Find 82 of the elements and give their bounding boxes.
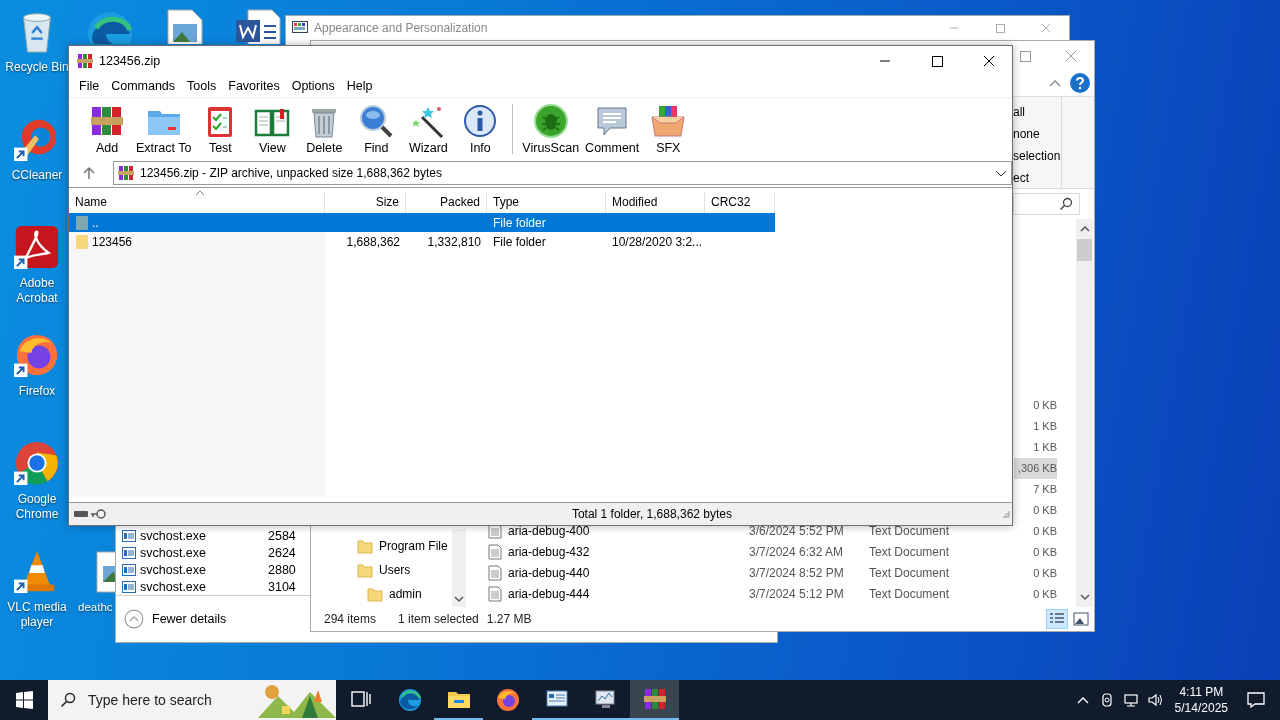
toolbar-button[interactable]: View (246, 100, 299, 157)
menu-item[interactable]: Options (285, 79, 341, 94)
process-id: 2584 (268, 528, 296, 543)
file-date: 3/6/2024 5:52 PM (749, 524, 844, 539)
file-size[interactable]: 0 KB (1014, 520, 1057, 542)
selection-size: 1.27 MB (486, 612, 532, 627)
window-title: 123456.zip (99, 54, 161, 68)
file-size[interactable]: 0 KB (1014, 499, 1057, 521)
tree-item[interactable]: admin (311, 581, 452, 606)
process-id: 2880 (268, 562, 296, 577)
menu-item[interactable]: File (73, 79, 106, 94)
file-size[interactable]: 1 KB (1014, 436, 1057, 458)
file-size[interactable]: ,306 KB (1014, 457, 1057, 479)
file-date: 3/7/2024 6:32 AM (749, 545, 844, 560)
file-size[interactable]: 0 KB (1014, 394, 1057, 416)
desktop-icon-label: Adobe Acrobat (15, 276, 59, 306)
process-name: svchost.exe (140, 579, 207, 594)
file-name: aria-debug-440 (508, 566, 590, 581)
desktop-icon-label: Recycle Bin (4, 60, 70, 75)
desktop-icon-label: Firefox (17, 384, 57, 399)
menu-item[interactable]: Tools (181, 79, 223, 94)
process-id: 3104 (268, 579, 296, 594)
toolbar-button[interactable]: Delete (298, 100, 351, 157)
ribbon-command[interactable]: ect (1013, 166, 1061, 189)
file-size[interactable]: 0 KB (1014, 541, 1057, 563)
window-title: Appearance and Personalization (314, 21, 488, 35)
menu-item[interactable]: Help (340, 79, 379, 94)
file-name: aria-debug-400 (508, 524, 590, 539)
toolbar-button[interactable]: Info (454, 100, 507, 157)
file-size[interactable]: 0 KB (1014, 562, 1057, 584)
clock[interactable]: 4:11 PM 5/14/2025 (1174, 684, 1228, 716)
menu-item[interactable]: Favorites (222, 79, 286, 94)
process-name: svchost.exe (140, 528, 207, 543)
file-type: Text Document (869, 524, 950, 539)
process-name: svchost.exe (140, 545, 207, 560)
desktop-icon-label: Google Chrome (14, 492, 60, 522)
file-type: Text Document (869, 545, 950, 560)
archive-row[interactable]: 123456 1,688,362 1,332,810 File folder 10/28/2020 3:2... (69, 232, 775, 252)
file-size[interactable]: 0 KB (1014, 583, 1057, 605)
modified-date: 10/28/2020 3:2... (612, 234, 703, 249)
process-id: 2624 (268, 545, 296, 560)
file-size[interactable]: 1 KB (1014, 415, 1057, 437)
file-date: 3/7/2024 8:52 PM (749, 566, 844, 581)
archive-row[interactable]: .. File folder (69, 213, 775, 233)
ribbon-command[interactable]: all (1013, 100, 1061, 123)
status-text: Total 1 folder, 1,688,362 bytes (571, 507, 732, 522)
file-type: File folder (493, 234, 546, 249)
file-name: aria-debug-432 (508, 545, 590, 560)
file-type: Text Document (869, 566, 950, 581)
item-count: 294 items (324, 612, 377, 627)
address-field[interactable]: 123456.zip - ZIP archive, unpacked size 1,688,362 bytes (113, 161, 1012, 186)
file-date: 3/7/2024 5:12 PM (749, 587, 844, 602)
desktop-icon-label: VLC media player (6, 600, 68, 630)
toolbar-button[interactable]: SFX (642, 100, 695, 157)
file-type: Text Document (869, 587, 950, 602)
toolbar-button[interactable]: Wizard (402, 100, 455, 157)
file-name: aria-debug-444 (508, 587, 590, 602)
toolbar-button[interactable]: Extract To (133, 100, 195, 157)
tree-item[interactable]: Program File (311, 533, 452, 558)
search-field[interactable]: Type here to search (48, 680, 336, 720)
search-input[interactable]: Type here to search (86, 691, 258, 709)
toolbar-button[interactable]: VirusScan (519, 100, 583, 157)
toolbar-button[interactable]: Find (350, 100, 403, 157)
menu-item[interactable]: Commands (105, 79, 182, 94)
toolbar-button[interactable]: Comment (582, 100, 643, 157)
file-size[interactable]: 7 KB (1014, 478, 1057, 500)
desktop-icon-label: CCleaner (10, 168, 64, 183)
archive-path: 123456.zip - ZIP archive, unpacked size 1,688,362 bytes (140, 166, 442, 181)
desktop-icon-label: deathc (78, 600, 113, 615)
toolbar-button[interactable]: Add (81, 100, 133, 157)
toolbar-button[interactable]: Test (194, 100, 247, 157)
file-size: 1,688,362 (346, 234, 400, 249)
packed-size: 1,332,810 (427, 234, 481, 249)
file-name: .. (92, 215, 99, 230)
process-name: svchost.exe (140, 562, 207, 577)
tree-item[interactable]: Users (311, 557, 452, 582)
file-type: File folder (493, 215, 546, 230)
file-name: 123456 (92, 234, 133, 249)
ribbon-command[interactable]: none (1013, 122, 1061, 145)
fewer-details-button[interactable]: Fewer details (122, 607, 229, 631)
selection-count: 1 item selected (398, 612, 479, 627)
ribbon-command[interactable]: selection (1013, 144, 1061, 167)
